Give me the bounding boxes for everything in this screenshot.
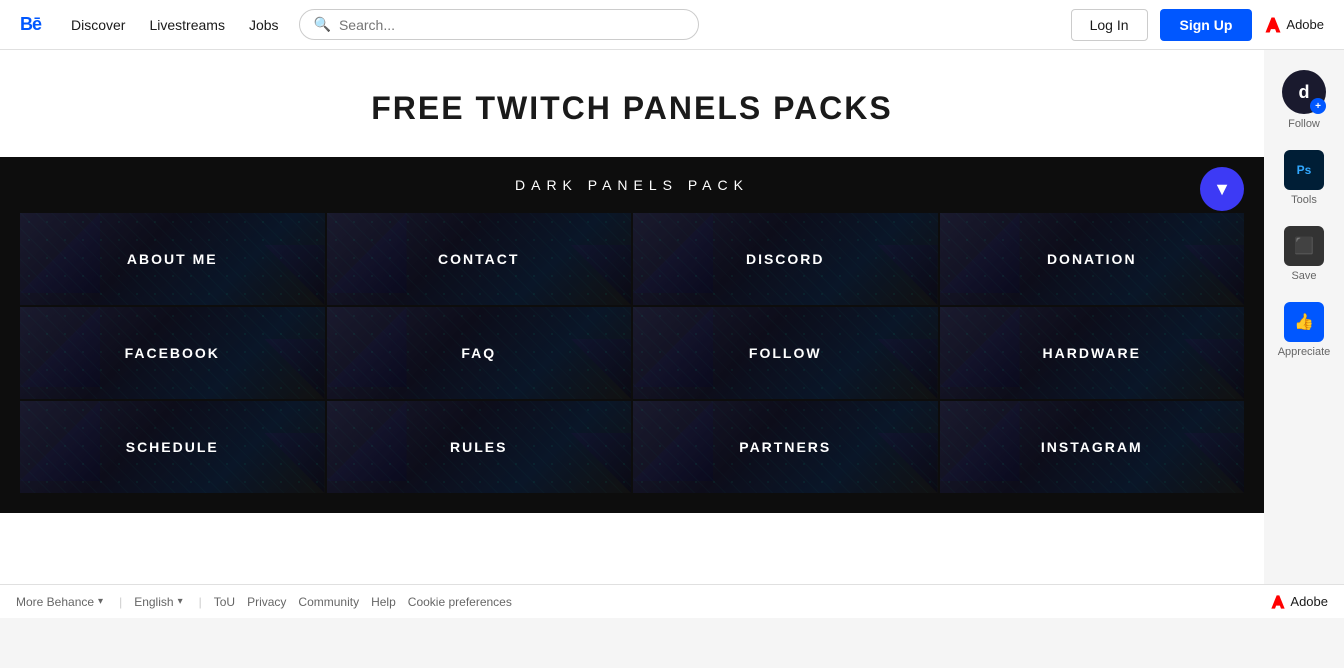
footer-language[interactable]: English ▾ [134,595,182,609]
footer-links: ToU Privacy Community Help Cookie prefer… [214,595,512,609]
panel-label-donation: DONATION [1047,251,1137,267]
adobe-icon [1264,16,1282,34]
save-label: Save [1291,270,1316,282]
footer-cookie[interactable]: Cookie preferences [408,595,512,609]
main-content: FREE TWITCH PANELS PACKS DARK PANELS PAC… [0,50,1344,584]
panel-about-me[interactable]: ABOUT ME [20,213,325,305]
nav-livestreams[interactable]: Livestreams [149,17,224,33]
panel-label-about-me: ABOUT ME [127,251,218,267]
panel-rules[interactable]: RULES [327,401,632,493]
ps-icon: Ps [1297,163,1312,177]
adobe-logo: Adobe [1264,16,1324,34]
dark-panel-title: DARK PANELS PACK [20,177,1244,193]
panel-instagram[interactable]: INSTAGRAM [940,401,1245,493]
panel-hardware[interactable]: HARDWARE [940,307,1245,399]
save-icon-box: ⬛ [1284,226,1324,266]
right-sidebar: d + Follow Ps Tools ⬛ Save 👍 Appreciate [1264,50,1344,584]
panel-facebook[interactable]: FACEBOOK [20,307,325,399]
search-bar[interactable]: 🔍 [299,9,699,40]
panel-label-discord: DISCORD [746,251,825,267]
adobe-footer-icon [1270,594,1286,610]
panel-follow[interactable]: FOLLOW [633,307,938,399]
signup-button[interactable]: Sign Up [1160,9,1253,41]
panel-label-partners: PARTNERS [739,439,831,455]
tools-action[interactable]: Ps Tools [1284,150,1324,206]
panel-faq[interactable]: FAQ [327,307,632,399]
footer-divider2: | [199,595,202,609]
panel-label-faq: FAQ [461,345,496,361]
avatar-plus-icon: + [1310,98,1326,114]
footer-help[interactable]: Help [371,595,396,609]
panel-schedule[interactable]: SCHEDULE [20,401,325,493]
footer-privacy[interactable]: Privacy [247,595,286,609]
author-avatar[interactable]: d + [1282,70,1326,114]
header: Bē Discover Livestreams Jobs 🔍 Log In Si… [0,0,1344,50]
main-nav: Discover Livestreams Jobs [71,17,279,33]
footer-community[interactable]: Community [298,595,359,609]
panel-label-schedule: SCHEDULE [126,439,219,455]
chevron-down-icon: ▾ [98,596,103,607]
search-icon: 🔍 [314,16,331,33]
panel-donation[interactable]: DONATION [940,213,1245,305]
dark-panel: DARK PANELS PACK ▼ ABOUT ME CONTACT [0,157,1264,513]
panel-label-instagram: INSTAGRAM [1041,439,1143,455]
project-title-section: FREE TWITCH PANELS PACKS [0,50,1264,157]
panel-label-contact: CONTACT [438,251,519,267]
search-input[interactable] [339,17,684,33]
footer-tou[interactable]: ToU [214,595,235,609]
header-actions: Log In Sign Up Adobe [1071,9,1324,41]
tools-label: Tools [1291,194,1317,206]
follow-label: Follow [1288,118,1320,130]
appreciate-action[interactable]: 👍 Appreciate [1278,302,1331,358]
project-title: FREE TWITCH PANELS PACKS [20,90,1244,127]
ps-icon-box: Ps [1284,150,1324,190]
login-button[interactable]: Log In [1071,9,1148,41]
nav-discover[interactable]: Discover [71,17,125,33]
panel-label-rules: RULES [450,439,507,455]
panel-label-facebook: FACEBOOK [125,345,220,361]
footer-divider: | [119,595,122,609]
panel-partners[interactable]: PARTNERS [633,401,938,493]
panel-label-follow: FOLLOW [749,345,822,361]
appreciate-icon-box: 👍 [1284,302,1324,342]
panels-grid: ABOUT ME CONTACT DISCORD [20,213,1244,493]
language-chevron-icon: ▾ [178,596,183,607]
save-icon: ⬛ [1294,236,1314,256]
footer-adobe: Adobe [1270,594,1328,610]
v-icon: ▼ [1200,167,1244,211]
appreciate-label: Appreciate [1278,346,1331,358]
behance-logo[interactable]: Bē [20,14,41,35]
panel-label-hardware: HARDWARE [1043,345,1141,361]
thumbs-up-icon: 👍 [1294,312,1314,332]
author-follow[interactable]: d + Follow [1282,70,1326,130]
panel-discord[interactable]: DISCORD [633,213,938,305]
footer-more-behance[interactable]: More Behance ▾ [16,595,103,609]
avatar-letter: d [1299,82,1310,103]
panel-contact[interactable]: CONTACT [327,213,632,305]
content-area: FREE TWITCH PANELS PACKS DARK PANELS PAC… [0,50,1264,584]
nav-jobs[interactable]: Jobs [249,17,279,33]
footer: More Behance ▾ | English ▾ | ToU Privacy… [0,584,1344,618]
save-action[interactable]: ⬛ Save [1284,226,1324,282]
